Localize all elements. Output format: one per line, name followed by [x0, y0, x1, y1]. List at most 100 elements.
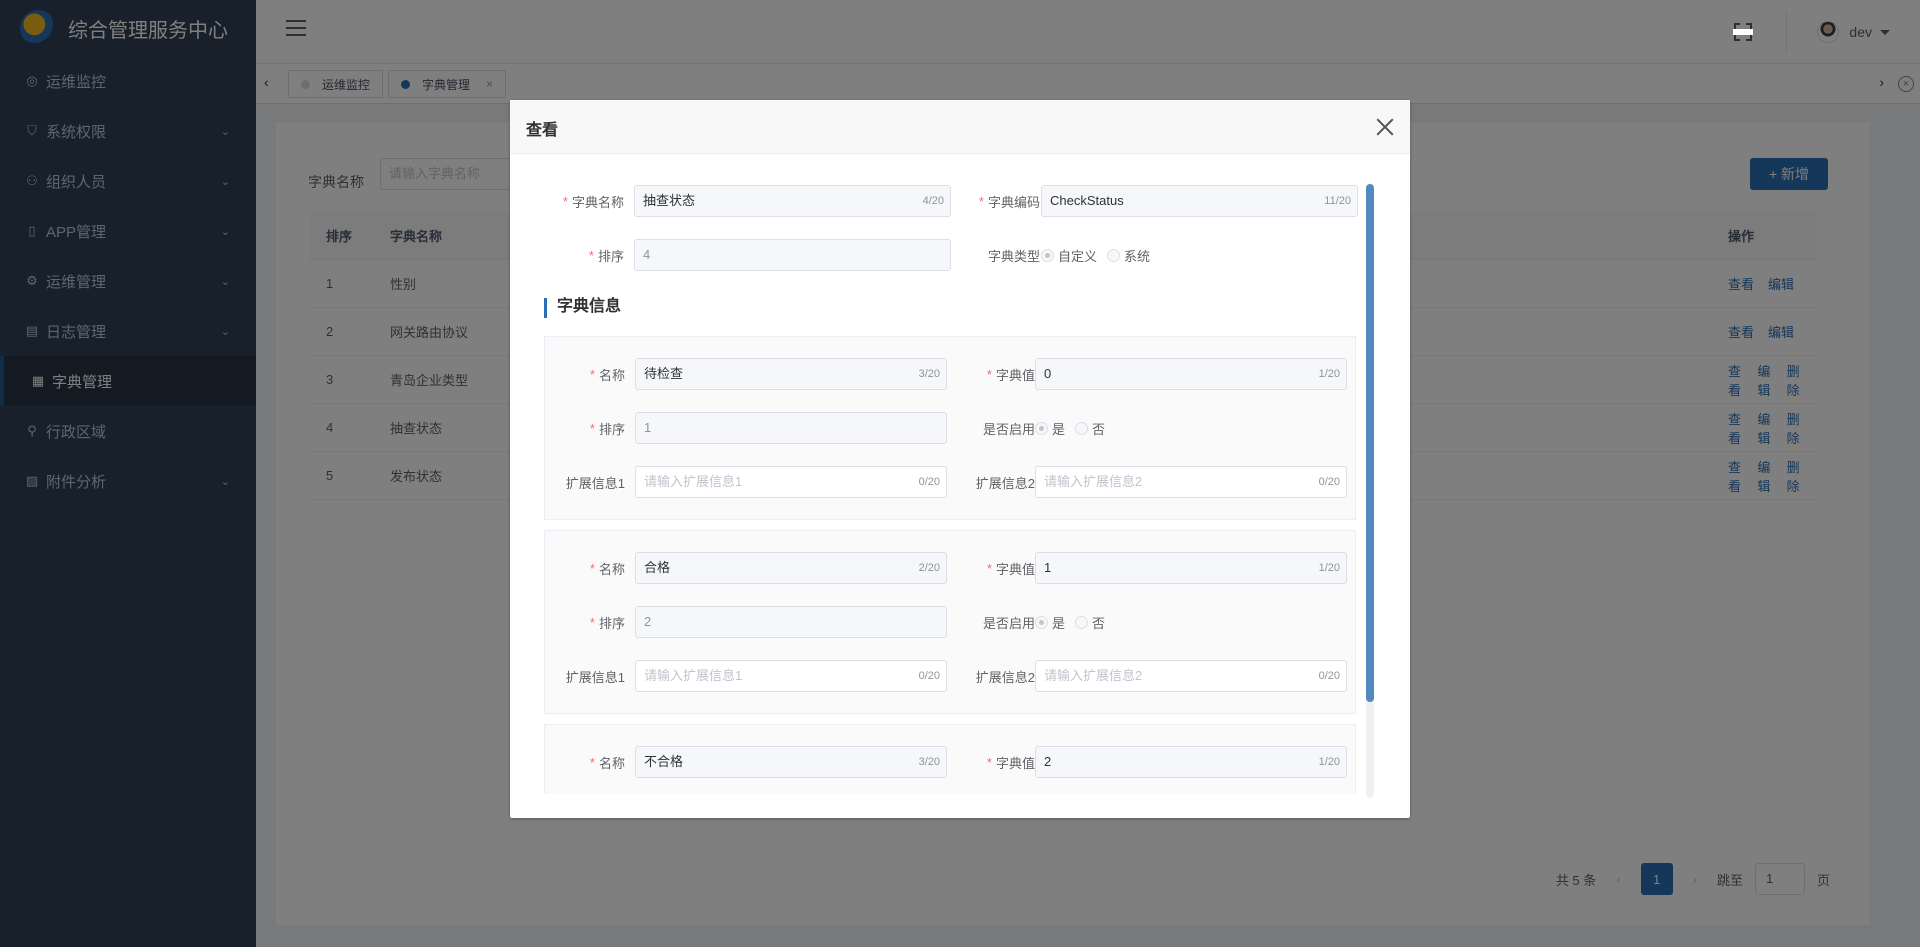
item-sort-field[interactable]: 2 [635, 606, 947, 638]
scrollbar-thumb[interactable] [1366, 184, 1374, 702]
item-ext1-label: 扩展信息1 [545, 465, 625, 499]
char-count: 11/20 [1324, 195, 1351, 207]
dict-item-group: * 名称 合格 2/20 * 字典值 1 1/20 * 排序 2 是否启用 是 否 扩展信… [544, 530, 1356, 714]
item-enabled-label: 是否启用 [955, 605, 1035, 639]
field-placeholder: 请输入扩展信息1 [644, 474, 743, 489]
item-enabled-label: 是否启用 [955, 411, 1035, 445]
field-value: 2 [644, 614, 652, 629]
item-name-field[interactable]: 合格 2/20 [635, 552, 947, 584]
required-mark: * [589, 560, 595, 576]
radio-yes[interactable]: 是 [1035, 419, 1065, 438]
view-dialog: 查看 * 字典名称 抽查状态 4/20 * 字典编码 CheckStatus 11/… [510, 100, 1410, 818]
close-icon[interactable] [1376, 118, 1394, 136]
label-text: 扩展信息2 [975, 475, 1035, 491]
item-name-label: * 名称 [545, 357, 625, 391]
label-text: 名称 [598, 561, 625, 577]
required-mark: * [589, 420, 595, 436]
field-value: 不合格 [644, 754, 684, 769]
char-count: 1/20 [1318, 562, 1340, 574]
sort-label: * 排序 [544, 238, 624, 272]
label-text: 是否启用 [982, 615, 1035, 631]
item-ext2-label: 扩展信息2 [955, 659, 1035, 693]
section-title: 字典信息 [544, 298, 621, 318]
dict-code-field[interactable]: CheckStatus 11/20 [1041, 185, 1358, 217]
field-value: 0 [1044, 366, 1052, 381]
item-enabled-radio-group: 是 否 [1035, 411, 1115, 445]
item-name-field[interactable]: 待检查 3/20 [635, 358, 947, 390]
field-value: 待检查 [644, 366, 684, 381]
radio-label: 自定义 [1058, 248, 1098, 264]
required-mark: * [588, 247, 594, 263]
item-ext2-field[interactable]: 请输入扩展信息2 0/20 [1035, 660, 1347, 692]
label-text: 名称 [598, 367, 625, 383]
item-value-field[interactable]: 1 1/20 [1035, 552, 1347, 584]
dict-name-label: * 字典名称 [544, 184, 624, 218]
label-text: 字典值 [995, 561, 1035, 577]
radio-label: 否 [1092, 615, 1106, 631]
label-text: 扩展信息1 [565, 669, 625, 685]
char-count: 3/20 [918, 756, 940, 768]
radio-label: 是 [1052, 615, 1066, 631]
item-ext2-field[interactable]: 请输入扩展信息2 0/20 [1035, 466, 1347, 498]
char-count: 3/20 [918, 368, 940, 380]
item-ext1-label: 扩展信息1 [545, 659, 625, 693]
char-count: 4/20 [922, 195, 944, 207]
dialog-body[interactable]: * 字典名称 抽查状态 4/20 * 字典编码 CheckStatus 11/20 … [510, 154, 1410, 794]
field-placeholder: 请输入扩展信息2 [1044, 668, 1143, 683]
dict-name-field[interactable]: 抽查状态 4/20 [634, 185, 951, 217]
item-value-label: * 字典值 [955, 551, 1035, 585]
field-value: 2 [1044, 754, 1052, 769]
radio-custom[interactable]: 自定义 [1041, 246, 1097, 265]
dialog-title: 查看 [526, 122, 559, 139]
item-sort-label: * 排序 [545, 605, 625, 639]
item-ext2-label: 扩展信息2 [955, 465, 1035, 499]
item-value-field[interactable]: 0 1/20 [1035, 358, 1347, 390]
dict-item-group: * 名称 不合格 3/20 * 字典值 2 1/20 [544, 724, 1356, 794]
item-name-field[interactable]: 不合格 3/20 [635, 746, 947, 778]
radio-system[interactable]: 系统 [1107, 246, 1150, 265]
field-value: CheckStatus [1050, 193, 1124, 208]
item-value-field[interactable]: 2 1/20 [1035, 746, 1347, 778]
char-count: 0/20 [918, 670, 940, 682]
char-count: 2/20 [918, 562, 940, 574]
item-value-label: * 字典值 [955, 745, 1035, 779]
label-text: 字典编码 [987, 194, 1040, 210]
radio-label: 否 [1092, 421, 1106, 437]
dict-type-radio-group: 自定义 系统 [1041, 238, 1160, 272]
dialog-scrollbar[interactable] [1366, 184, 1374, 798]
item-name-label: * 名称 [545, 745, 625, 779]
field-value: 1 [644, 420, 652, 435]
char-count: 1/20 [1318, 756, 1340, 768]
required-mark: * [986, 754, 992, 770]
item-ext1-field[interactable]: 请输入扩展信息1 0/20 [635, 466, 947, 498]
required-mark: * [986, 366, 992, 382]
required-mark: * [986, 560, 992, 576]
sort-field[interactable]: 4 [634, 239, 951, 271]
required-mark: * [589, 366, 595, 382]
item-ext1-field[interactable]: 请输入扩展信息1 0/20 [635, 660, 947, 692]
item-sort-field[interactable]: 1 [635, 412, 947, 444]
radio-label: 是 [1052, 421, 1066, 437]
label-text: 排序 [597, 248, 624, 264]
field-placeholder: 请输入扩展信息2 [1044, 474, 1143, 489]
dict-item-group: * 名称 待检查 3/20 * 字典值 0 1/20 * 排序 1 是否启用 是 否 扩展… [544, 336, 1356, 520]
required-mark: * [562, 193, 568, 209]
char-count: 0/20 [1318, 670, 1340, 682]
required-mark: * [978, 193, 984, 209]
radio-no[interactable]: 否 [1075, 613, 1105, 632]
label-text: 字典名称 [571, 194, 624, 210]
field-value: 4 [643, 247, 651, 262]
radio-yes[interactable]: 是 [1035, 613, 1065, 632]
item-name-label: * 名称 [545, 551, 625, 585]
field-value: 1 [1044, 560, 1052, 575]
label-text: 字典类型 [987, 248, 1040, 264]
label-text: 名称 [598, 755, 625, 771]
field-value: 合格 [644, 560, 671, 575]
required-mark: * [589, 754, 595, 770]
label-text: 扩展信息2 [975, 669, 1035, 685]
dict-type-label: 字典类型 [960, 238, 1040, 272]
char-count: 1/20 [1318, 368, 1340, 380]
radio-no[interactable]: 否 [1075, 419, 1105, 438]
char-count: 0/20 [918, 476, 940, 488]
label-text: 字典值 [995, 755, 1035, 771]
